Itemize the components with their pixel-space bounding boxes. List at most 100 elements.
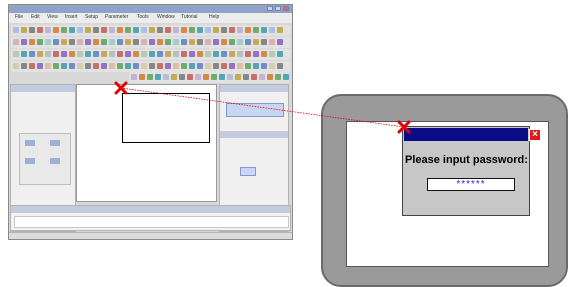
toolbar-tool-icon[interactable] [229, 63, 235, 69]
menu-setup[interactable]: Setup [85, 14, 98, 20]
toolbar-tool-icon[interactable] [109, 39, 115, 45]
toolbar-tool-icon[interactable] [173, 63, 179, 69]
close-icon[interactable] [283, 6, 289, 11]
toolbar-tool-icon[interactable] [117, 63, 123, 69]
left-panel-item[interactable] [15, 95, 71, 102]
toolbar-tool-icon[interactable] [37, 63, 43, 69]
toolbar-tool-icon[interactable] [189, 63, 195, 69]
toolbar-tool-icon[interactable] [13, 39, 19, 45]
toolbar-tool-icon[interactable] [235, 74, 241, 80]
close-icon[interactable]: × [529, 129, 541, 141]
grid-icon[interactable] [50, 140, 60, 146]
toolbar-tool-icon[interactable] [205, 51, 211, 57]
toolbar-tool-icon[interactable] [269, 27, 275, 33]
toolbar-tool-icon[interactable] [205, 63, 211, 69]
toolbar-tool-icon[interactable] [229, 27, 235, 33]
toolbar-tool-icon[interactable] [243, 74, 249, 80]
menu-file[interactable]: File [15, 14, 23, 20]
toolbar-tool-icon[interactable] [275, 74, 281, 80]
toolbar-tool-icon[interactable] [227, 74, 233, 80]
toolbar-tool-icon[interactable] [269, 63, 275, 69]
toolbar-tool-icon[interactable] [181, 27, 187, 33]
toolbar-tool-icon[interactable] [125, 39, 131, 45]
toolbar-tool-icon[interactable] [61, 63, 67, 69]
toolbar-tool-icon[interactable] [221, 51, 227, 57]
toolbar-tool-icon[interactable] [133, 51, 139, 57]
toolbar-tool-icon[interactable] [85, 27, 91, 33]
toolbar-tool-icon[interactable] [187, 74, 193, 80]
toolbar-tool-icon[interactable] [253, 51, 259, 57]
toolbar-tool-icon[interactable] [259, 74, 265, 80]
menu-insert[interactable]: Insert [65, 14, 78, 20]
toolbar-tool-icon[interactable] [205, 27, 211, 33]
toolbar-tool-icon[interactable] [21, 39, 27, 45]
toolbar-tool-icon[interactable] [245, 63, 251, 69]
toolbar-tool-icon[interactable] [69, 63, 75, 69]
toolbar-tool-icon[interactable] [237, 27, 243, 33]
toolbar-tool-icon[interactable] [131, 74, 137, 80]
toolbar-tool-icon[interactable] [157, 27, 163, 33]
toolbar-tool-icon[interactable] [221, 39, 227, 45]
toolbar-tool-icon[interactable] [173, 51, 179, 57]
toolbar-tool-icon[interactable] [141, 63, 147, 69]
toolbar-tool-icon[interactable] [165, 39, 171, 45]
toolbar-tool-icon[interactable] [149, 39, 155, 45]
toolbar-tool-icon[interactable] [269, 39, 275, 45]
right-panel-item[interactable] [226, 119, 284, 126]
toolbar-tool-icon[interactable] [181, 39, 187, 45]
toolbar-tool-icon[interactable] [181, 63, 187, 69]
toolbar-tool-icon[interactable] [173, 39, 179, 45]
toolbar-tool-icon[interactable] [117, 27, 123, 33]
toolbar-tool-icon[interactable] [277, 63, 283, 69]
menu-view[interactable]: View [47, 14, 58, 20]
toolbar-tool-icon[interactable] [29, 51, 35, 57]
toolbar-tool-icon[interactable] [53, 39, 59, 45]
toolbar-tool-icon[interactable] [85, 51, 91, 57]
toolbar-tool-icon[interactable] [117, 39, 123, 45]
toolbar-tool-icon[interactable] [179, 74, 185, 80]
toolbar-tool-icon[interactable] [157, 63, 163, 69]
toolbar-tool-icon[interactable] [189, 51, 195, 57]
toolbar-tool-icon[interactable] [277, 27, 283, 33]
toolbar-tool-icon[interactable] [69, 51, 75, 57]
toolbar-tool-icon[interactable] [21, 27, 27, 33]
toolbar-tool-icon[interactable] [37, 27, 43, 33]
toolbar-tool-icon[interactable] [197, 63, 203, 69]
right-panel-item[interactable] [226, 103, 284, 117]
toolbar-tool-icon[interactable] [45, 39, 51, 45]
toolbar-tool-icon[interactable] [219, 74, 225, 80]
toolbar-tool-icon[interactable] [165, 27, 171, 33]
toolbar-tool-icon[interactable] [245, 27, 251, 33]
toolbar-tool-icon[interactable] [29, 27, 35, 33]
toolbar-tool-icon[interactable] [269, 51, 275, 57]
toolbar-tool-icon[interactable] [147, 74, 153, 80]
toolbar-tool-icon[interactable] [53, 63, 59, 69]
toolbar-tool-icon[interactable] [205, 39, 211, 45]
toolbar-tool-icon[interactable] [141, 27, 147, 33]
toolbar-tool-icon[interactable] [213, 27, 219, 33]
toolbar-tool-icon[interactable] [261, 27, 267, 33]
toolbar-tool-icon[interactable] [93, 63, 99, 69]
toolbar-tool-icon[interactable] [101, 39, 107, 45]
toolbar-tool-icon[interactable] [157, 39, 163, 45]
toolbar-tool-icon[interactable] [165, 51, 171, 57]
toolbar-tool-icon[interactable] [133, 63, 139, 69]
toolbar-tool-icon[interactable] [37, 51, 43, 57]
toolbar-tool-icon[interactable] [173, 27, 179, 33]
toolbar-tool-icon[interactable] [109, 63, 115, 69]
maximize-icon[interactable] [275, 6, 281, 11]
toolbar-tool-icon[interactable] [213, 51, 219, 57]
toolbar-tool-icon[interactable] [77, 51, 83, 57]
left-panel-item[interactable] [15, 122, 71, 129]
toolbar-tool-icon[interactable] [139, 74, 145, 80]
toolbar-tool-icon[interactable] [261, 39, 267, 45]
right-panel-item[interactable] [226, 185, 284, 192]
right-panel-item[interactable] [226, 94, 284, 101]
toolbar-tool-icon[interactable] [189, 27, 195, 33]
toolbar-tool-icon[interactable] [251, 74, 257, 80]
toolbar-tool-icon[interactable] [93, 51, 99, 57]
menu-edit[interactable]: Edit [31, 14, 40, 20]
toolbar-tool-icon[interactable] [221, 63, 227, 69]
left-panel-item[interactable] [15, 188, 71, 195]
toolbar-tool-icon[interactable] [117, 51, 123, 57]
